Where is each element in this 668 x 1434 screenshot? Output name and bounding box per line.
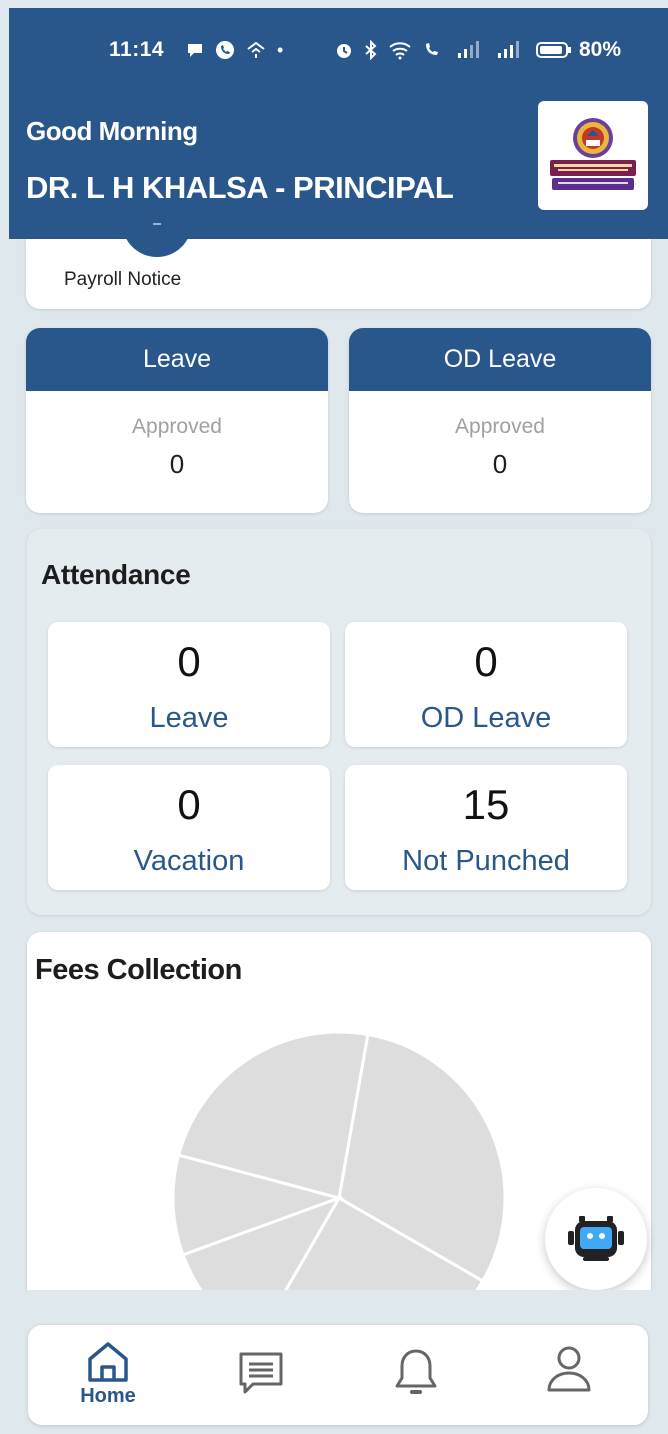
payroll-notice-card[interactable]: Payroll Notice: [26, 209, 651, 309]
chatbot-button[interactable]: [545, 1188, 647, 1290]
status-system-icons: [334, 40, 572, 60]
home-icon: [88, 1342, 128, 1382]
app-header: 11:14 • 80% Good Morning DR. L H KHALSA …: [9, 8, 668, 239]
attendance-tile-leave[interactable]: 0 Leave: [48, 622, 330, 747]
attendance-tile-not-punched[interactable]: 15 Not Punched: [345, 765, 627, 890]
od-leave-status-label: Approved: [455, 415, 545, 438]
status-time: 11:14: [109, 38, 165, 61]
battery-icon: [536, 42, 571, 58]
leave-card[interactable]: Leave Approved 0: [26, 328, 328, 513]
wifi-icon: [389, 42, 411, 60]
attendance-label: Not Punched: [402, 845, 570, 877]
bluetooth-icon: [365, 40, 377, 60]
greeting-text: Good Morning: [26, 116, 198, 146]
payroll-notice-label: Payroll Notice: [64, 269, 182, 290]
nav-home[interactable]: Home: [68, 1339, 148, 1434]
payroll-notice-icon: [122, 209, 192, 257]
battery-percent: 80%: [579, 38, 622, 61]
attendance-tile-od-leave[interactable]: 0 OD Leave: [345, 622, 627, 747]
od-leave-card[interactable]: OD Leave Approved 0: [349, 328, 651, 513]
status-notification-icons: •: [185, 40, 283, 61]
bell-icon: [395, 1349, 437, 1394]
robot-icon: [568, 1216, 624, 1261]
network-share-icon: [247, 41, 265, 58]
dot-icon: •: [277, 39, 284, 60]
attendance-tile-vacation[interactable]: 0 Vacation: [48, 765, 330, 890]
attendance-value: 0: [177, 781, 201, 828]
leave-status-label: Approved: [132, 415, 222, 438]
alarm-icon: [337, 44, 351, 58]
profile-icon: [547, 1346, 591, 1392]
nav-notifications[interactable]: [391, 1345, 441, 1434]
leave-approved-count: 0: [169, 449, 185, 479]
attendance-section: Attendance 0 Leave 0 OD Leave 0 Vacation…: [27, 529, 651, 915]
attendance-label: OD Leave: [420, 702, 552, 734]
user-name: DR. L H KHALSA - PRINCIPAL: [26, 170, 454, 205]
college-logo-icon: [550, 117, 636, 190]
chat-bubble-icon: [188, 44, 202, 57]
institution-logo[interactable]: [538, 101, 648, 210]
od-leave-card-title: OD Leave: [349, 328, 651, 391]
attendance-value: 0: [177, 638, 201, 685]
nav-home-label: Home: [80, 1385, 136, 1407]
attendance-label: Vacation: [133, 845, 245, 877]
attendance-title: Attendance: [41, 559, 191, 590]
attendance-value: 0: [474, 638, 498, 685]
message-icon: [239, 1352, 283, 1394]
nav-messages[interactable]: [231, 1349, 291, 1434]
bottom-nav: Home: [28, 1325, 648, 1425]
phone-call-icon: [216, 41, 234, 59]
attendance-value: 15: [462, 781, 510, 828]
wifi-calling-icon: [426, 43, 438, 55]
signal-strength-icon-2: [498, 41, 519, 58]
od-leave-approved-count: 0: [492, 449, 508, 479]
status-bar: 11:14 • 80%: [9, 30, 668, 70]
signal-strength-icon: [458, 41, 479, 58]
nav-profile[interactable]: [541, 1345, 597, 1434]
attendance-label: Leave: [149, 702, 229, 734]
leave-card-title: Leave: [26, 328, 328, 391]
